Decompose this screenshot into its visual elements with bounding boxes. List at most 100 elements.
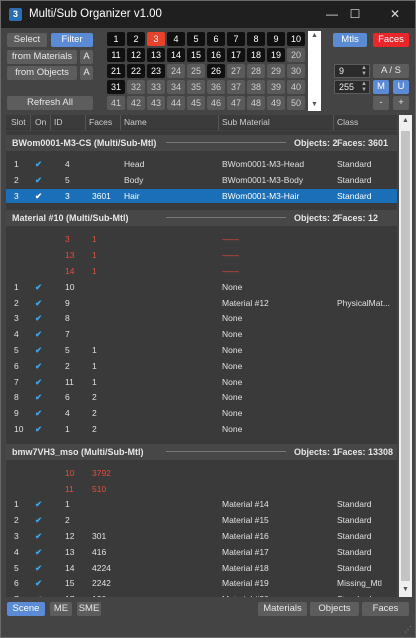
table-row[interactable]: 3 ✔ 12 301 Material #16 Standard: [6, 529, 397, 543]
id-cell[interactable]: 10: [287, 32, 305, 46]
sub-material-cell[interactable]: Material #12: [222, 298, 269, 308]
table-row[interactable]: 13 1 ——: [6, 248, 397, 262]
from-objects-all-button[interactable]: A: [80, 66, 93, 80]
id-cell[interactable]: 8: [247, 32, 265, 46]
id-cell[interactable]: 7: [227, 32, 245, 46]
m-button[interactable]: M: [373, 80, 389, 94]
id-cell[interactable]: 19: [267, 48, 285, 62]
sub-material-cell[interactable]: Material #19: [222, 578, 269, 588]
id-cell[interactable]: 14: [167, 48, 185, 62]
id-cell[interactable]: 46: [207, 96, 225, 110]
id-cell[interactable]: 24: [167, 64, 185, 78]
sub-material-cell[interactable]: None: [222, 377, 242, 387]
id-cell[interactable]: 4: [167, 32, 185, 46]
id-cell[interactable]: 26: [207, 64, 225, 78]
spinner-arrows-icon[interactable]: ▲ ▼: [361, 81, 367, 93]
table-row[interactable]: 6 ✔ 15 2242 Material #19 Missing_Mtl: [6, 576, 397, 590]
table-row[interactable]: 8 ✔ 6 2 None: [6, 390, 397, 404]
table-row[interactable]: 10 3792: [6, 466, 397, 480]
id-cell[interactable]: 11: [107, 48, 125, 62]
from-materials-button[interactable]: from Materials: [7, 50, 77, 64]
id-cell[interactable]: 39: [267, 80, 285, 94]
table-row[interactable]: 6 ✔ 2 1 None: [6, 359, 397, 373]
id-cell[interactable]: 44: [167, 96, 185, 110]
id-cell[interactable]: 5: [187, 32, 205, 46]
enabled-check-icon[interactable]: ✔: [35, 392, 42, 403]
table-row[interactable]: 11 510: [6, 482, 397, 496]
table-row[interactable]: 3 ✔ 3 3601 Hair BWom0001-M3-Hair Standard: [6, 188, 397, 203]
sub-material-cell[interactable]: BWom0001-M3-Body: [222, 175, 303, 185]
sub-material-cell[interactable]: None: [222, 313, 242, 323]
enabled-check-icon[interactable]: ✔: [35, 282, 42, 293]
minimize-icon[interactable]: —: [323, 6, 341, 22]
sub-material-cell[interactable]: None: [222, 408, 242, 418]
id-cell[interactable]: 41: [107, 96, 125, 110]
id-cell[interactable]: 34: [167, 80, 185, 94]
id-cell[interactable]: 33: [147, 80, 165, 94]
table-row[interactable]: 5 ✔ 14 4224 Material #18 Standard: [6, 561, 397, 575]
id-cell[interactable]: 48: [247, 96, 265, 110]
col-sub-material[interactable]: Sub Material: [222, 117, 270, 127]
table-row[interactable]: 1 ✔ 1 Material #14 Standard: [6, 497, 397, 511]
id-cell[interactable]: 43: [147, 96, 165, 110]
col-class[interactable]: Class: [337, 117, 358, 127]
sub-material-cell[interactable]: None: [222, 392, 242, 402]
col-name[interactable]: Name: [124, 117, 147, 127]
resize-grip-icon[interactable]: ⋰: [404, 625, 412, 634]
id-cell[interactable]: 30: [287, 64, 305, 78]
slot-count-spinner[interactable]: 9 ▲ ▼: [334, 64, 370, 78]
id-cell[interactable]: 9: [267, 32, 285, 46]
sub-material-cell[interactable]: ——: [222, 266, 239, 276]
enabled-check-icon[interactable]: ✔: [35, 298, 42, 309]
enabled-check-icon[interactable]: ✔: [35, 345, 42, 356]
table-row[interactable]: 10 ✔ 1 2 None: [6, 422, 397, 436]
filter-button[interactable]: Filter: [51, 33, 93, 47]
table-row[interactable]: 9 ✔ 4 2 None: [6, 406, 397, 420]
enabled-check-icon[interactable]: ✔: [35, 563, 42, 574]
sub-material-cell[interactable]: None: [222, 424, 242, 434]
id-cell[interactable]: 45: [187, 96, 205, 110]
mtls-button[interactable]: Mtls: [333, 33, 367, 47]
table-row[interactable]: 2 ✔ 5 Body BWom0001-M3-Body Standard: [6, 173, 397, 187]
table-row[interactable]: 5 ✔ 5 1 None: [6, 343, 397, 357]
group-header[interactable]: bmw7VH3_mso (Multi/Sub-Mtl) Objects: 1 Fac…: [6, 443, 397, 460]
table-row[interactable]: 3 1 ——: [6, 232, 397, 246]
id-cell[interactable]: 15: [187, 48, 205, 62]
enabled-check-icon[interactable]: ✔: [35, 499, 42, 510]
table-row[interactable]: 2 ✔ 9 Material #12 PhysicalMat...: [6, 296, 397, 310]
id-cell[interactable]: 20: [287, 48, 305, 62]
sub-material-cell[interactable]: None: [222, 329, 242, 339]
id-cell[interactable]: 50: [287, 96, 305, 110]
table-row[interactable]: 4 ✔ 7 None: [6, 327, 397, 341]
objects-button[interactable]: Objects: [310, 602, 359, 616]
enabled-check-icon[interactable]: ✔: [35, 377, 42, 388]
spinner-arrows-icon[interactable]: ▲ ▼: [361, 65, 367, 77]
me-tab[interactable]: ME: [50, 602, 72, 616]
scroll-down-icon[interactable]: ▼: [402, 586, 409, 593]
faces-toggle-button[interactable]: Faces: [373, 33, 409, 47]
enabled-check-icon[interactable]: ✔: [35, 531, 42, 542]
scroll-up-icon[interactable]: ▲: [402, 117, 409, 124]
maximize-icon[interactable]: ☐: [346, 6, 364, 22]
select-button[interactable]: Select: [7, 33, 47, 47]
sub-material-cell[interactable]: Material #20: [222, 594, 269, 597]
scroll-up-icon[interactable]: ▲: [311, 32, 318, 39]
table-row[interactable]: 3 ✔ 8 None: [6, 311, 397, 325]
table-row[interactable]: 2 ✔ 2 Material #15 Standard: [6, 513, 397, 527]
id-cell[interactable]: 21: [107, 64, 125, 78]
id-cell[interactable]: 18: [247, 48, 265, 62]
sub-material-cell[interactable]: Material #17: [222, 547, 269, 557]
from-objects-button[interactable]: from Objects: [7, 66, 77, 80]
id-cell[interactable]: 17: [227, 48, 245, 62]
id-cell[interactable]: 37: [227, 80, 245, 94]
table-row[interactable]: 7 ✔ 11 1 None: [6, 375, 397, 389]
table-row[interactable]: 1 ✔ 10 None: [6, 280, 397, 294]
enabled-check-icon[interactable]: ✔: [35, 191, 42, 202]
enabled-check-icon[interactable]: ✔: [35, 547, 42, 558]
table-row[interactable]: 1 ✔ 4 Head BWom0001-M3-Head Standard: [6, 157, 397, 171]
id-cell[interactable]: 40: [287, 80, 305, 94]
close-icon[interactable]: ✕: [386, 6, 404, 22]
scroll-down-icon[interactable]: ▼: [311, 101, 318, 108]
enabled-check-icon[interactable]: ✔: [35, 329, 42, 340]
id-cell[interactable]: 27: [227, 64, 245, 78]
